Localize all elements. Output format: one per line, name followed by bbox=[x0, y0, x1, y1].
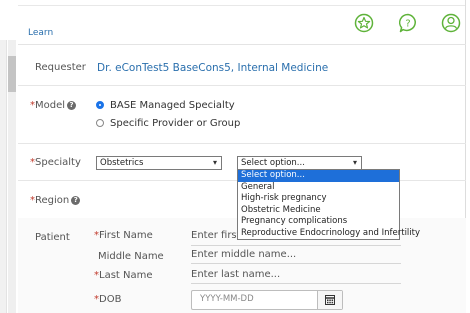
dropdown-option[interactable]: Pregnancy complications bbox=[238, 216, 399, 228]
specialty-select-value: Obstetrics bbox=[100, 158, 144, 168]
model-radio-managed-specialty[interactable]: BASE Managed Specialty bbox=[96, 100, 235, 111]
chevron-down-icon: ▾ bbox=[352, 158, 357, 167]
help-icon[interactable]: ? bbox=[71, 196, 81, 205]
dropdown-option[interactable]: Obstetric Medicine bbox=[238, 205, 399, 217]
calendar-button[interactable] bbox=[317, 291, 342, 309]
learn-link[interactable]: Learn bbox=[28, 28, 53, 38]
first-name-label: *First Name bbox=[94, 230, 153, 241]
dob-label: *DOB bbox=[94, 294, 122, 305]
first-name-input[interactable]: Enter first bbox=[191, 230, 241, 241]
last-name-input[interactable]: Enter last name... bbox=[191, 269, 280, 280]
last-name-underline bbox=[191, 283, 401, 284]
header-separator bbox=[18, 44, 466, 45]
middle-name-underline bbox=[191, 263, 401, 264]
last-name-label: *Last Name bbox=[94, 270, 153, 281]
radio-unselected-icon bbox=[96, 119, 104, 127]
row-separator bbox=[18, 143, 466, 144]
requester-value: Dr. eConTest5 BaseCons5, Internal Medici… bbox=[97, 62, 329, 74]
scrollbar[interactable] bbox=[8, 40, 16, 313]
region-label: *Region? bbox=[30, 195, 81, 206]
patient-label: Patient bbox=[35, 232, 70, 243]
middle-name-input[interactable]: Enter middle name... bbox=[191, 249, 296, 260]
scrollbar-thumb[interactable] bbox=[8, 56, 16, 92]
subspecialty-select-value: Select option... bbox=[241, 158, 305, 168]
dropdown-option[interactable]: General bbox=[238, 182, 399, 194]
top-border bbox=[18, 5, 466, 6]
left-panel-edge bbox=[0, 40, 7, 313]
specialty-label: *Specialty bbox=[30, 157, 81, 168]
model-label: *Model? bbox=[30, 100, 77, 111]
model-radio-specific-provider[interactable]: Specific Provider or Group bbox=[96, 118, 240, 129]
dropdown-option[interactable]: Reproductive Endocrinology and Infertili… bbox=[238, 228, 420, 240]
calendar-icon bbox=[325, 295, 335, 305]
row-separator bbox=[18, 85, 466, 86]
chevron-down-icon: ▾ bbox=[212, 158, 217, 167]
help-chat-icon[interactable]: ? bbox=[398, 13, 418, 33]
dob-input[interactable]: YYYY-MM-DD bbox=[191, 290, 343, 310]
dob-placeholder: YYYY-MM-DD bbox=[200, 294, 254, 304]
radio-selected-icon bbox=[96, 101, 104, 109]
svg-text:?: ? bbox=[405, 19, 410, 30]
user-profile-icon[interactable] bbox=[441, 13, 461, 33]
star-badge-icon[interactable] bbox=[354, 13, 374, 33]
subspecialty-select[interactable]: Select option... ▾ bbox=[237, 156, 362, 170]
middle-name-label: Middle Name bbox=[98, 251, 164, 262]
requester-label: Requester bbox=[35, 62, 86, 73]
subspecialty-dropdown-list[interactable]: Select option... General High-risk pregn… bbox=[237, 169, 420, 240]
help-icon[interactable]: ? bbox=[67, 101, 77, 110]
first-name-underline bbox=[191, 245, 401, 246]
specialty-select[interactable]: Obstetrics ▾ bbox=[96, 156, 222, 170]
dropdown-option[interactable]: High-risk pregnancy bbox=[238, 193, 399, 205]
dropdown-option[interactable]: Select option... bbox=[238, 170, 399, 182]
